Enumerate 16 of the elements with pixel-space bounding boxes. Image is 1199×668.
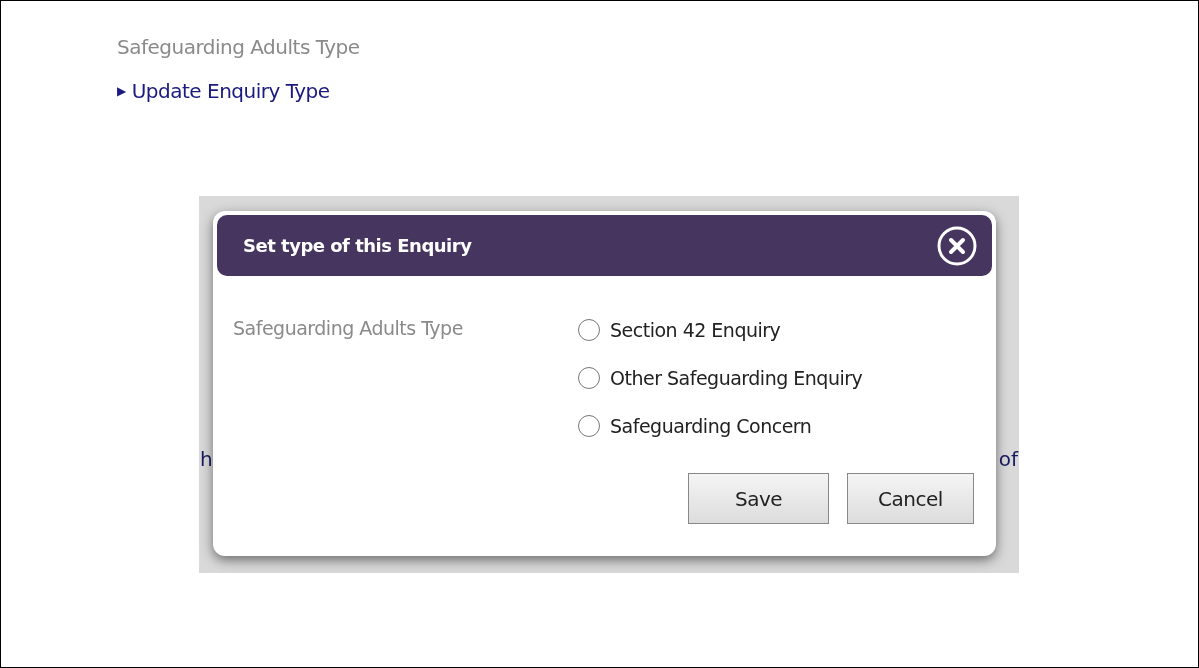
update-enquiry-link[interactable]: ▶ Update Enquiry Type bbox=[117, 77, 330, 105]
radio-button[interactable] bbox=[578, 415, 600, 437]
field-label: Safeguarding Adults Type bbox=[233, 316, 464, 341]
close-button[interactable] bbox=[936, 224, 978, 267]
cancel-button[interactable]: Cancel bbox=[847, 473, 974, 524]
radio-option[interactable]: Section 42 Enquiry bbox=[578, 316, 863, 344]
radio-button[interactable] bbox=[578, 367, 600, 389]
text-fragment: h bbox=[200, 446, 213, 472]
radio-button[interactable] bbox=[578, 319, 600, 341]
close-icon bbox=[936, 224, 978, 267]
text-fragment: of bbox=[998, 446, 1018, 472]
radio-option[interactable]: Safeguarding Concern bbox=[578, 412, 863, 440]
radio-option[interactable]: Other Safeguarding Enquiry bbox=[578, 364, 863, 392]
save-button[interactable]: Save bbox=[688, 473, 829, 524]
section-heading: Safeguarding Adults Type bbox=[117, 34, 360, 61]
dialog-title: Set type of this Enquiry bbox=[243, 234, 472, 258]
